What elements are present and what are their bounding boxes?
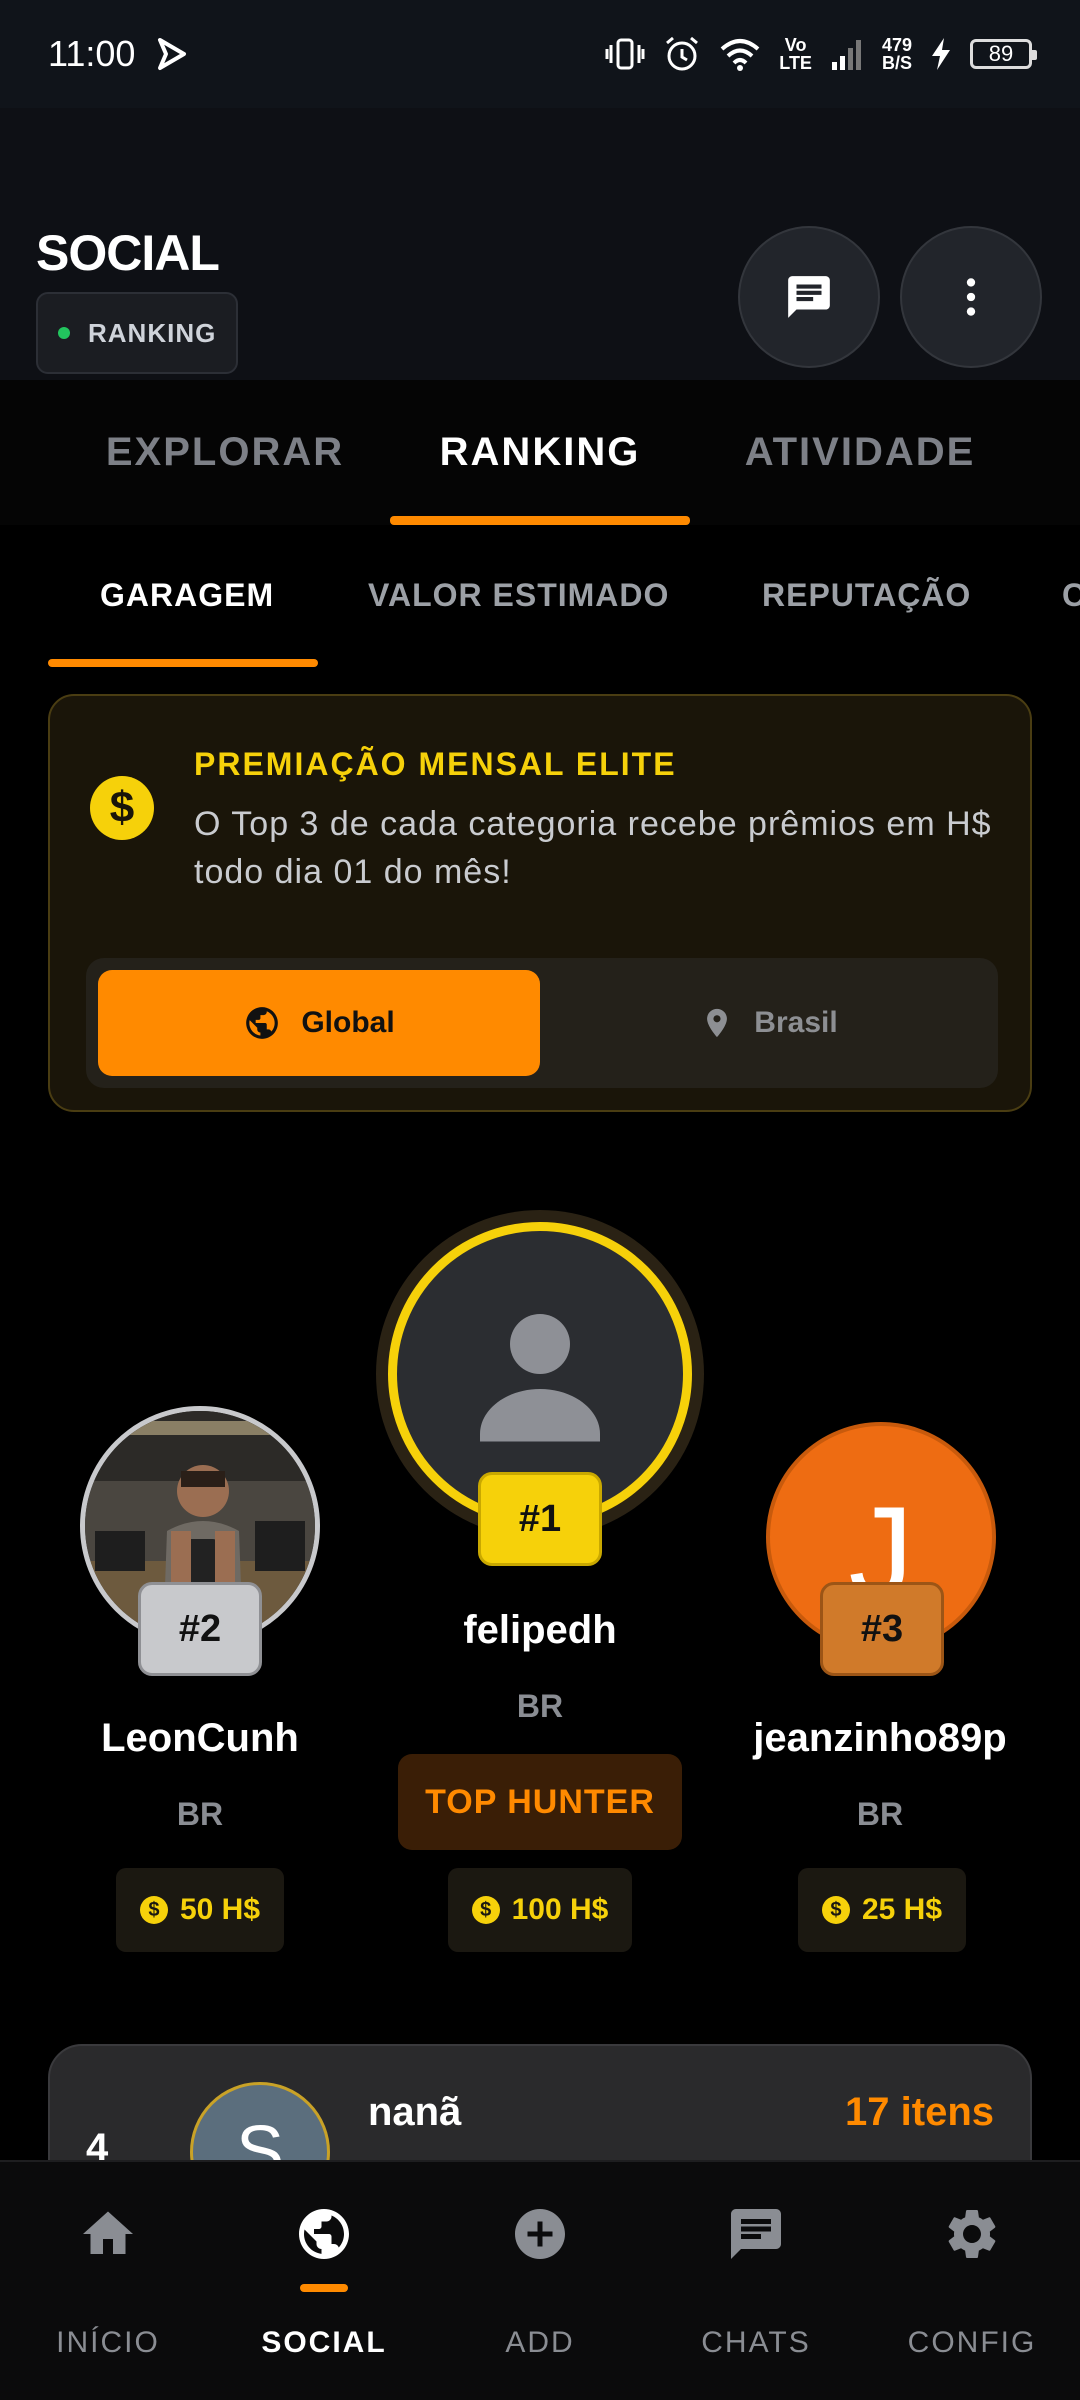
award-title: PREMIAÇÃO MENSAL ELITE [194, 746, 677, 782]
mode-chip: RANKING [36, 292, 239, 374]
add-circle-icon [510, 2204, 570, 2264]
tab-valor-estimado[interactable]: VALOR ESTIMADO [368, 577, 669, 614]
chat-icon [726, 2204, 786, 2264]
tab-ranking[interactable]: RANKING [390, 430, 690, 475]
vibrate-icon [605, 38, 645, 70]
play-store-icon [158, 38, 187, 70]
main-tabs: EXPLORAR RANKING ATIVIDADE [0, 380, 1080, 525]
award-description: O Top 3 de cada categoria recebe prêmios… [194, 805, 992, 891]
bottom-navigation: INÍCIO SOCIAL ADD CHATS CONFIG [0, 2160, 1080, 2400]
first-place-name[interactable]: felipedh [340, 1608, 740, 1653]
scope-global-button[interactable]: Global [98, 970, 540, 1076]
home-icon [78, 2204, 138, 2264]
first-place-prize: $ 100 H$ [448, 1868, 632, 1952]
nav-config-label: CONFIG [907, 2326, 1037, 2359]
third-place-prize-value: 25 H$ [861, 1893, 943, 1926]
wifi-icon [720, 39, 760, 71]
second-place-prize-value: 50 H$ [179, 1893, 261, 1926]
second-place-prize: $ 50 H$ [116, 1868, 284, 1952]
nav-inicio[interactable]: INÍCIO [0, 2162, 216, 2400]
tab-next-partial[interactable]: C [1062, 577, 1080, 614]
nav-social[interactable]: SOCIAL [216, 2162, 432, 2400]
scope-global-label: Global [301, 1006, 395, 1039]
network-bottom-label: LTE [779, 53, 812, 73]
signal-icon [831, 40, 861, 70]
nav-config[interactable]: CONFIG [864, 2162, 1080, 2400]
scope-brasil-label: Brasil [754, 1006, 838, 1039]
speed-unit: B/S [881, 53, 912, 73]
gear-icon [942, 2204, 1002, 2264]
tab-garagem[interactable]: GARAGEM [100, 577, 274, 614]
nav-inicio-label: INÍCIO [56, 2326, 160, 2359]
alarm-icon [666, 36, 699, 71]
third-place-country: BR [856, 1796, 904, 1832]
second-place-name[interactable]: LeonCunh [30, 1716, 370, 1761]
first-place-country: BR [516, 1688, 564, 1724]
messages-button[interactable] [738, 226, 880, 368]
status-time: 11:00 [48, 33, 136, 74]
coin-icon: $ [821, 1896, 850, 1924]
third-place-prize: $ 25 H$ [798, 1868, 966, 1952]
person-icon [480, 1314, 600, 1442]
second-place-country: BR [176, 1796, 224, 1832]
monthly-award-card: $ PREMIAÇÃO MENSAL ELITE O Top 3 de cada… [48, 694, 1032, 1112]
nav-chats[interactable]: CHATS [648, 2162, 864, 2400]
list-item-name: nanã [368, 2090, 462, 2134]
scope-brasil-button[interactable]: Brasil [552, 970, 986, 1076]
page-title: SOCIAL [36, 225, 220, 281]
battery-indicator: 89 [970, 39, 1037, 69]
location-pin-icon [707, 1008, 728, 1038]
top-hunter-badge: TOP HUNTER [398, 1754, 682, 1850]
nav-chats-label: CHATS [701, 2326, 811, 2359]
nav-add[interactable]: ADD [432, 2162, 648, 2400]
nav-active-indicator [300, 2284, 348, 2292]
list-item-count: 17 itens [845, 2090, 994, 2134]
rank-badge-second: #2 [138, 1582, 262, 1676]
first-place-prize-value: 100 H$ [511, 1893, 609, 1926]
tab-atividade[interactable]: ATIVIDADE [700, 430, 1020, 475]
coin-icon: $ [139, 1896, 168, 1924]
category-tabs: GARAGEM VALOR ESTIMADO REPUTAÇÃO C [0, 525, 1080, 670]
message-icon [788, 276, 830, 318]
globe-icon [294, 2204, 354, 2264]
scope-toggle: Global Brasil [86, 958, 998, 1088]
network-top-label: Vo [784, 35, 807, 55]
active-category-indicator [48, 659, 318, 667]
third-place-name[interactable]: jeanzinho89p [710, 1716, 1050, 1761]
speed-value: 479 [881, 35, 912, 55]
more-vert-icon [966, 278, 976, 316]
nav-social-label: SOCIAL [261, 2326, 387, 2359]
mode-chip-label: RANKING [88, 317, 217, 348]
nav-add-label: ADD [505, 2326, 575, 2359]
more-options-button[interactable] [900, 226, 1042, 368]
network-speed: 479 B/S [882, 36, 912, 72]
globe-icon [246, 1007, 279, 1039]
status-dot [58, 327, 70, 339]
status-bar: 11:00 Vo LTE 479 B/S 89 [0, 0, 1080, 108]
tab-reputacao[interactable]: REPUTAÇÃO [762, 577, 971, 614]
rank-badge-first: #1 [478, 1472, 602, 1566]
coin-icon: $ [471, 1896, 500, 1924]
network-type: Vo LTE [779, 36, 812, 72]
active-tab-indicator [390, 516, 690, 525]
charging-icon [932, 38, 950, 70]
coin-icon: $ [90, 776, 154, 840]
rank-badge-third: #3 [820, 1582, 944, 1676]
tab-explorar[interactable]: EXPLORAR [70, 430, 380, 475]
